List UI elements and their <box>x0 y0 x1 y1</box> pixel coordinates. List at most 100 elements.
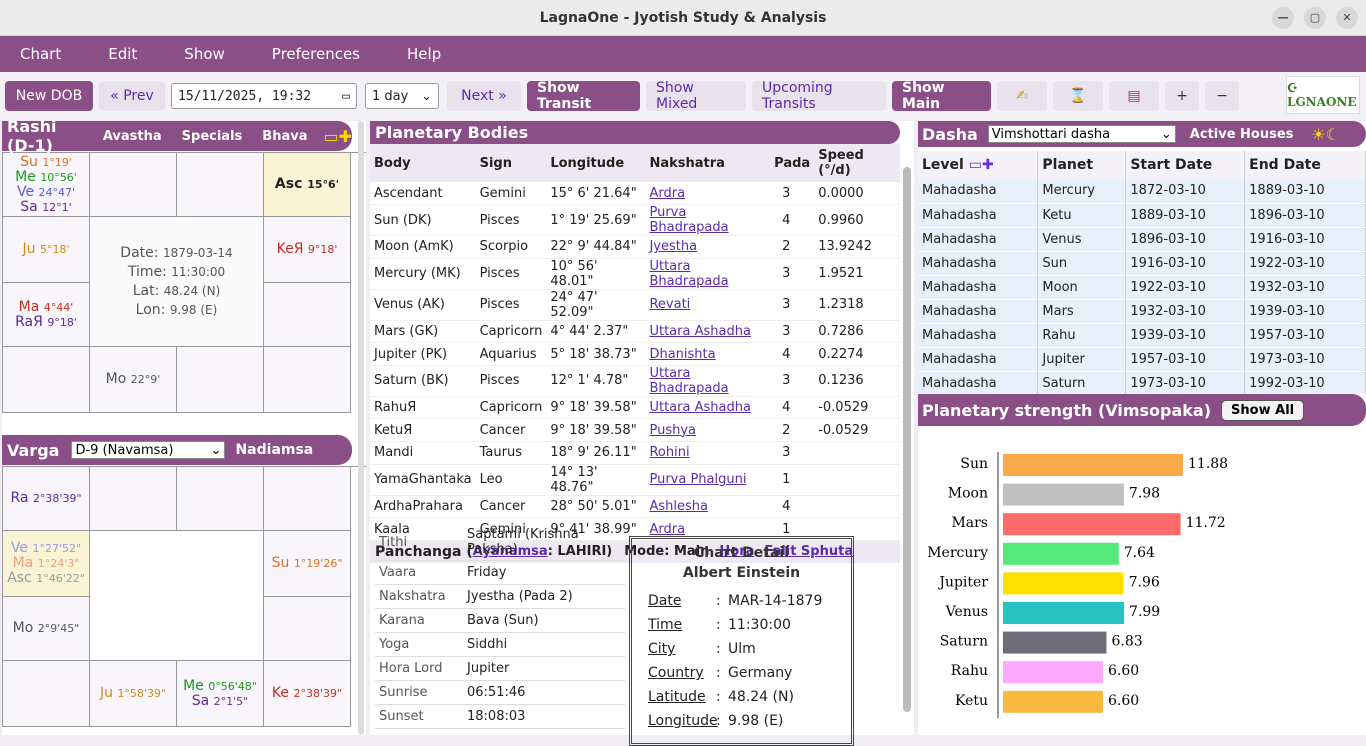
menu-preferences[interactable]: Preferences <box>272 45 360 63</box>
table-row[interactable]: Moon (AmK) Scorpio 22° 9' 44.84" Jyestha 2 13… <box>370 235 900 259</box>
sun-moon-icon[interactable]: ☀☾ <box>1311 125 1340 144</box>
bodies-cell[interactable]: Ardra <box>645 182 771 206</box>
table-row[interactable]: Mahadasha Rahu 1939-03-10 1957-03-10 <box>918 323 1366 348</box>
bodies-cell[interactable]: Uttara Bhadrapada <box>645 365 771 397</box>
calendar-icon[interactable]: ▭ <box>342 89 350 104</box>
strength-bar[interactable] <box>1003 513 1181 536</box>
table-row[interactable]: Mahadasha Sun 1916-03-10 1922-03-10 <box>918 251 1366 276</box>
rashi-house-cell[interactable]: Su 1°19' Me 10°56' Ve 24°47' Sa 12°1' <box>3 153 90 217</box>
chart-detail-label[interactable]: Date <box>648 593 716 617</box>
dasha-select[interactable]: Vimshottari dasha ⌄ <box>987 125 1176 143</box>
table-row[interactable]: Mars (GK) Capricorn 4° 44' 2.37" Uttara Ash… <box>370 320 900 344</box>
bodies-cell[interactable]: Purva Bhadrapada <box>645 204 771 237</box>
table-row[interactable]: Mahadasha Saturn 1973-03-10 1992-03-10 <box>918 371 1366 396</box>
show-transit-button[interactable]: Show Transit <box>527 80 640 112</box>
close-icon[interactable]: ✕ <box>1336 7 1358 29</box>
table-row[interactable]: RahuЯ Capricorn 9° 18' 39.58" Uttara Ashadh… <box>370 396 900 420</box>
bodies-cell[interactable]: Dhanishta <box>645 342 771 366</box>
rashi-house-cell[interactable]: Asc 15°6' <box>264 153 351 217</box>
rashi-house-cell[interactable]: Ma 4°44' RaЯ 9°18' <box>3 283 90 347</box>
new-dob-button[interactable]: New DOB <box>5 81 93 111</box>
table-row[interactable]: YamaGhantaka Leo 14° 13' 48.76" Purva Phalg… <box>370 464 900 496</box>
varga-house-cell[interactable] <box>264 597 351 661</box>
table-row[interactable]: KetuЯ Cancer 9° 18' 39.58" Pushya 2 -0.0529 <box>370 418 900 443</box>
bodies-column-header[interactable]: Speed (°/d) <box>814 144 900 182</box>
rashi-house-cell[interactable] <box>177 347 264 413</box>
rashi-house-cell[interactable] <box>3 347 90 413</box>
show-main-button[interactable]: Show Main <box>892 80 991 112</box>
hourglass-icon[interactable]: ⌛ <box>1053 81 1103 111</box>
varga-house-cell[interactable] <box>264 467 351 531</box>
pen-icon[interactable]: ✍ <box>997 81 1047 111</box>
table-row[interactable]: Ascendant Gemini 15° 6' 21.64" Ardra 3 0.0000 <box>370 182 900 206</box>
chart-detail-label[interactable]: Time <box>648 617 716 641</box>
strength-bar[interactable] <box>1003 542 1119 565</box>
table-row[interactable]: Mahadasha Venus 1896-03-10 1916-03-10 <box>918 227 1366 252</box>
table-row[interactable]: Jupiter (PK) Aquarius 5° 18' 38.73" Dhanish… <box>370 342 900 366</box>
left-scrollbar[interactable] <box>358 121 364 735</box>
chart-detail-label[interactable]: Longitude <box>648 713 718 737</box>
tab-bhava[interactable]: Bhava <box>262 129 307 144</box>
zoom-in-button[interactable]: + <box>1165 81 1199 111</box>
minimize-icon[interactable]: — <box>1272 7 1294 29</box>
bodies-column-header[interactable]: Pada <box>770 144 815 182</box>
bodies-cell[interactable]: Purva Phalguni <box>645 464 771 496</box>
varga-house-cell[interactable]: Me 0°56'48" Sa 2°1'5" <box>177 661 264 727</box>
varga-house-cell[interactable]: Su 1°19'26" <box>264 531 351 597</box>
menu-show[interactable]: Show <box>184 45 224 63</box>
menu-help[interactable]: Help <box>407 45 441 63</box>
table-row[interactable]: Mandi Taurus 18° 9' 26.11" Rohini 3 <box>370 441 900 465</box>
zoom-out-button[interactable]: − <box>1205 81 1239 111</box>
bodies-column-header[interactable]: Body <box>370 144 476 182</box>
bodies-cell[interactable]: Jyestha <box>645 235 771 259</box>
chart-detail-label[interactable]: Country <box>648 665 716 689</box>
table-row[interactable]: Mahadasha Moon 1922-03-10 1932-03-10 <box>918 275 1366 300</box>
varga-house-cell[interactable]: Mo 2°9'45" <box>3 597 90 661</box>
chart-detail-label[interactable]: City <box>648 641 716 665</box>
prev-button[interactable]: « Prev <box>99 81 165 111</box>
table-row[interactable]: ArdhaPrahara Cancer 28° 50' 5.01" Ashlesha 4 <box>370 495 900 519</box>
strength-bar[interactable] <box>1003 454 1183 476</box>
dasha-column-header[interactable]: End Date <box>1244 151 1366 179</box>
dasha-column-header[interactable]: Planet <box>1037 151 1127 179</box>
strength-bar[interactable] <box>1003 661 1103 684</box>
maximize-icon[interactable]: ▢ <box>1304 7 1326 29</box>
table-row[interactable]: Mahadasha Ketu 1889-03-10 1896-03-10 <box>918 203 1366 228</box>
bodies-column-header[interactable]: Longitude <box>546 144 646 182</box>
menu-chart[interactable]: Chart <box>20 45 61 63</box>
rashi-house-cell[interactable] <box>264 283 351 347</box>
varga-house-cell[interactable]: Ke 2°38'39" <box>264 661 351 727</box>
rashi-house-cell[interactable] <box>90 153 177 217</box>
rashi-house-cell[interactable] <box>264 347 351 413</box>
books-icon[interactable]: ▤ <box>1109 81 1159 111</box>
strength-bar[interactable] <box>1003 690 1103 713</box>
bodies-cell[interactable]: Uttara Bhadrapada <box>645 258 771 290</box>
strength-bar[interactable] <box>1003 572 1124 595</box>
add-level-icon[interactable]: ▭✚ <box>964 157 994 173</box>
varga-house-cell[interactable] <box>3 661 90 727</box>
strength-bar[interactable] <box>1003 602 1125 624</box>
varga-select[interactable]: D-9 (Navamsa) ⌄ <box>71 441 226 459</box>
table-row[interactable]: Sun (DK) Pisces 1° 19' 25.69" Purva Bhadrap… <box>370 204 900 237</box>
varga-house-cell[interactable]: Ve 1°27'52" Ma 1°24'3" Asc 1°46'22" <box>3 531 90 597</box>
dasha-column-header[interactable]: Level ▭✚ <box>918 151 1039 179</box>
bodies-cell[interactable]: Rohini <box>645 441 771 465</box>
show-all-button[interactable]: Show All <box>1221 399 1305 421</box>
varga-house-cell[interactable] <box>177 467 264 531</box>
table-row[interactable]: Mercury (MK) Pisces 10° 56' 48.01" Uttara B… <box>370 258 900 290</box>
table-row[interactable]: Mahadasha Mercury 1872-03-10 1889-03-10 <box>918 179 1366 204</box>
bodies-scrollbar[interactable] <box>903 167 911 712</box>
table-row[interactable]: Mahadasha Jupiter 1957-03-10 1973-03-10 <box>918 347 1366 372</box>
show-mixed-button[interactable]: Show Mixed <box>646 80 746 112</box>
active-houses-label[interactable]: Active Houses <box>1190 127 1294 142</box>
varga-house-cell[interactable] <box>90 467 177 531</box>
add-chart-icon[interactable]: ▭✚ <box>323 127 352 146</box>
bodies-cell[interactable]: Ashlesha <box>645 495 771 519</box>
bodies-column-header[interactable]: Sign <box>475 144 547 182</box>
tab-nadiamsa[interactable]: Nadiamsa <box>235 442 313 458</box>
varga-house-cell[interactable]: Ra 2°38'39" <box>3 467 90 531</box>
rashi-house-cell[interactable]: Mo 22°9' <box>90 347 177 413</box>
rashi-house-cell[interactable]: Ju 5°18' <box>3 217 90 283</box>
datetime-input[interactable]: 15/11/2025, 19:32 ▭ <box>171 83 357 109</box>
varga-house-cell[interactable]: Ju 1°58'39" <box>90 661 177 727</box>
